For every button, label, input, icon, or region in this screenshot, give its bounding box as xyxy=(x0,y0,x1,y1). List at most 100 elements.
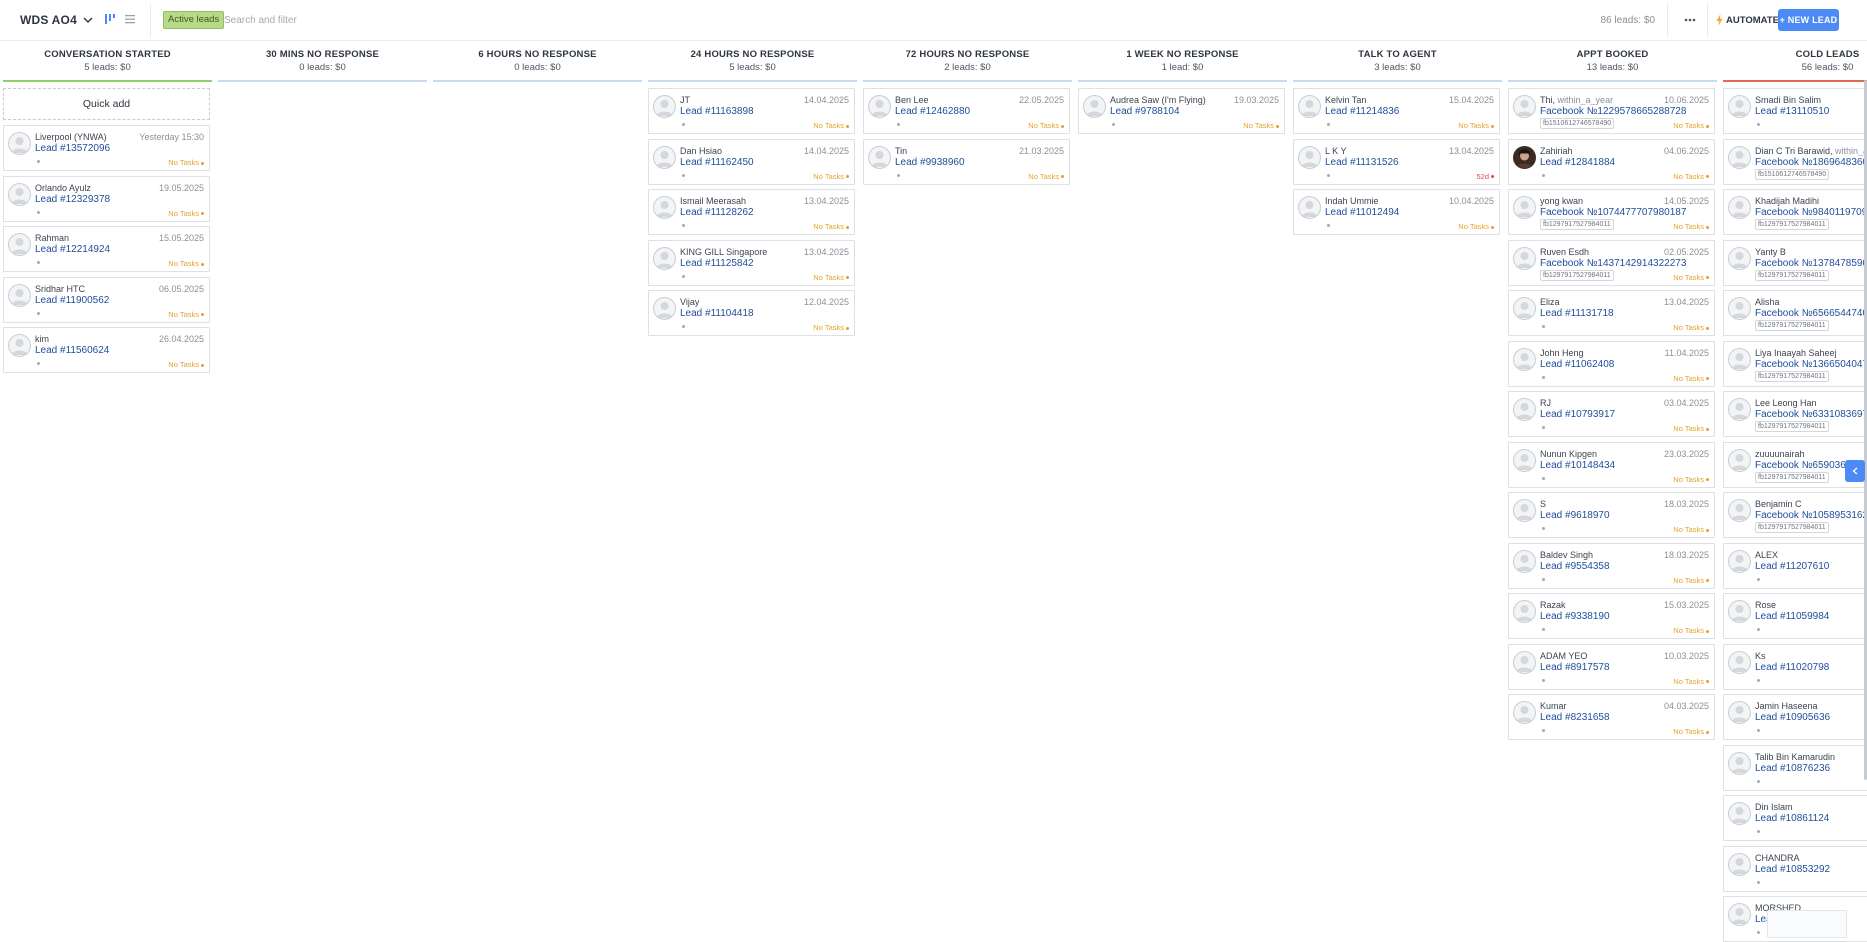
lead-link[interactable]: Lead #9618970 xyxy=(1540,510,1610,521)
lead-link[interactable]: Lead #9788104 xyxy=(1110,106,1180,117)
column-header[interactable]: 6 HOURS NO RESPONSE 0 leads: $0 xyxy=(433,42,642,82)
lead-link[interactable]: Lead #10861124 xyxy=(1755,813,1829,824)
task-status[interactable]: No Tasks xyxy=(1673,525,1709,534)
lead-tag[interactable]: fb1297917527984011 xyxy=(1755,522,1829,533)
task-status[interactable]: No Tasks xyxy=(813,222,849,231)
lead-link[interactable]: Lead #9338190 xyxy=(1540,611,1610,622)
lead-card[interactable]: Dian C Tri Barawid, within_a_yFacebook №… xyxy=(1723,138,1867,185)
task-status[interactable]: No Tasks xyxy=(1243,121,1279,130)
lead-tag[interactable]: fb1510612746578490 xyxy=(1540,118,1615,129)
lead-link[interactable]: Lead #10793917 xyxy=(1540,409,1615,420)
task-status[interactable]: No Tasks xyxy=(1458,222,1494,231)
lead-link[interactable]: Lead #11131526 xyxy=(1325,157,1399,168)
task-status[interactable]: No Tasks xyxy=(1673,576,1709,585)
collapse-panel-button[interactable] xyxy=(1845,460,1865,482)
lead-tag[interactable]: fb1297917527984011 xyxy=(1755,421,1829,432)
lead-card[interactable]: Ks Lead #11020798 xyxy=(1723,643,1867,690)
lead-card[interactable]: Zahiriah 04.06.2025 Lead #12841884 No Tasks xyxy=(1508,138,1715,185)
task-status[interactable]: No Tasks xyxy=(168,360,204,369)
lead-card[interactable]: kim 26.04.2025 Lead #11560624 No Tasks xyxy=(3,327,210,373)
task-status[interactable]: No Tasks xyxy=(1673,172,1709,181)
lead-card[interactable]: John Heng 11.04.2025 Lead #11062408 No Task… xyxy=(1508,340,1715,387)
lead-link[interactable]: Facebook №13665040479 xyxy=(1755,359,1867,370)
lead-link[interactable]: Lead #8231658 xyxy=(1540,712,1610,723)
column-header[interactable]: TALK TO AGENT 3 leads: $0 xyxy=(1293,42,1502,82)
lead-link[interactable]: Lead #13572096 xyxy=(35,143,110,154)
task-status[interactable]: No Tasks xyxy=(1458,121,1494,130)
lead-link[interactable]: Lead #12841884 xyxy=(1540,157,1615,168)
lead-tag[interactable]: fb1297917527984011 xyxy=(1540,219,1614,230)
task-status[interactable]: No Tasks xyxy=(1673,626,1709,635)
task-status[interactable]: No Tasks xyxy=(1673,273,1709,282)
lead-card[interactable]: JT 14.04.2025 Lead #11163898 No Tasks xyxy=(648,88,855,134)
lead-card[interactable]: KING GILL Singapore 13.04.2025 Lead #11125… xyxy=(648,239,855,286)
lead-link[interactable]: Lead #12214924 xyxy=(35,244,110,255)
lead-card[interactable]: Talib Bin Kamarudin Lead #10876236 xyxy=(1723,744,1867,791)
lead-link[interactable]: Lead #10876236 xyxy=(1755,763,1830,774)
lead-card[interactable]: Audrea Saw (I'm Flying) 19.03.2025 Lead #9… xyxy=(1078,88,1285,134)
lead-card[interactable]: Ruven Esdh 02.05.2025 Facebook №1437142914… xyxy=(1508,239,1715,286)
lead-link[interactable]: Lead #11560624 xyxy=(35,345,109,356)
lead-link[interactable]: Lead #11059984 xyxy=(1755,611,1829,622)
lead-link[interactable]: Facebook №1437142914322273 xyxy=(1540,258,1686,269)
lead-card[interactable]: Vijay 12.04.2025 Lead #11104418 No Tasks xyxy=(648,290,855,336)
lead-card[interactable]: Thi, within_a_year 10.06.2025 Facebook №12… xyxy=(1508,88,1715,134)
lead-card[interactable]: Alisha Facebook №65665447402 fb12979175279… xyxy=(1723,290,1867,336)
lead-card[interactable]: Indah Ummie 10.04.2025 Lead #11012494 No Ta… xyxy=(1293,189,1500,235)
lead-card[interactable]: S 18.03.2025 Lead #9618970 No Tasks xyxy=(1508,492,1715,538)
lead-card[interactable]: Eliza 13.04.2025 Lead #11131718 No Tasks xyxy=(1508,290,1715,336)
lead-link[interactable]: Lead #11062408 xyxy=(1540,359,1614,370)
new-lead-button[interactable]: + NEW LEAD xyxy=(1778,9,1839,31)
lead-link[interactable]: Lead #11207610 xyxy=(1755,561,1829,572)
lead-card[interactable]: Nunun Kipgen 23.03.2025 Lead #10148434 No T… xyxy=(1508,441,1715,488)
lead-card[interactable]: Smadi Bin Salim Lead #13110510 xyxy=(1723,88,1867,134)
lead-link[interactable]: Facebook №13784785906 xyxy=(1755,258,1867,269)
lead-link[interactable]: Lead #11900562 xyxy=(35,295,109,306)
lead-link[interactable]: Lead #13110510 xyxy=(1755,106,1829,117)
task-status[interactable]: No Tasks xyxy=(1673,323,1709,332)
automate-button[interactable]: AUTOMATE xyxy=(1712,10,1783,30)
lead-tag[interactable]: fb1510612746578490 xyxy=(1755,168,1830,180)
search-input[interactable] xyxy=(224,11,484,29)
column-header[interactable]: COLD LEADS 56 leads: $0 xyxy=(1723,42,1867,82)
lead-card[interactable]: Kumar 04.03.2025 Lead #8231658 No Tasks xyxy=(1508,694,1715,740)
quick-add-button[interactable]: Quick add xyxy=(3,88,210,120)
lead-link[interactable]: Facebook №65665447402 xyxy=(1755,308,1867,319)
lead-card[interactable]: Sridhar HTC 06.05.2025 Lead #11900562 No Ta… xyxy=(3,276,210,323)
lead-link[interactable]: Lead #12462880 xyxy=(895,106,970,117)
lead-link[interactable]: Lead #12329378 xyxy=(35,194,110,205)
task-status[interactable]: No Tasks xyxy=(1673,424,1709,433)
lead-link[interactable]: Lead #11012494 xyxy=(1325,207,1399,218)
task-status[interactable]: No Tasks xyxy=(168,209,204,218)
task-status[interactable]: No Tasks xyxy=(1028,172,1064,181)
column-header[interactable]: 72 HOURS NO RESPONSE 2 leads: $0 xyxy=(863,42,1072,82)
filter-chip-active-leads[interactable]: Active leads xyxy=(163,11,225,29)
lead-link[interactable]: Lead #9938960 xyxy=(895,157,965,168)
task-status[interactable]: No Tasks xyxy=(1028,121,1064,130)
lead-card[interactable]: L K Y 13.04.2025 Lead #11131526 52d xyxy=(1293,138,1500,185)
task-status[interactable]: No Tasks xyxy=(813,121,849,130)
column-header[interactable]: 1 WEEK NO RESPONSE 1 lead: $0 xyxy=(1078,42,1287,82)
lead-link[interactable]: Facebook №18696483604 xyxy=(1755,157,1867,168)
lead-card[interactable]: Rahman 15.05.2025 Lead #12214924 No Tasks xyxy=(3,226,210,272)
lead-link[interactable]: Lead #10148434 xyxy=(1540,460,1615,471)
column-header[interactable]: CONVERSATION STARTED 5 leads: $0 xyxy=(3,42,212,82)
lead-card[interactable]: Tin 21.03.2025 Lead #9938960 No Tasks xyxy=(863,138,1070,185)
lead-link[interactable]: Facebook №1229578665288728 xyxy=(1540,106,1686,117)
task-status[interactable]: No Tasks xyxy=(1673,677,1709,686)
lead-card[interactable]: Dan Hsiao 14.04.2025 Lead #11162450 No Task… xyxy=(648,138,855,185)
lead-link[interactable]: Lead #11131718 xyxy=(1540,308,1614,319)
task-status[interactable]: No Tasks xyxy=(813,172,849,181)
lead-card[interactable]: Khadijah Madihi Facebook №98401197094 fb12… xyxy=(1723,189,1867,235)
column-header[interactable]: APPT BOOKED 13 leads: $0 xyxy=(1508,42,1717,82)
lead-link[interactable]: Lead #11125842 xyxy=(680,258,754,269)
lead-card[interactable]: Baldev Singh 18.03.2025 Lead #9554358 No Ta… xyxy=(1508,542,1715,589)
lead-link[interactable]: Facebook №65903610 xyxy=(1755,460,1857,471)
column-header[interactable]: 24 HOURS NO RESPONSE 5 leads: $0 xyxy=(648,42,857,82)
task-status[interactable]: No Tasks xyxy=(813,273,849,282)
lead-card[interactable]: ALEX Lead #11207610 xyxy=(1723,542,1867,589)
lead-card[interactable]: RJ 03.04.2025 Lead #10793917 No Tasks xyxy=(1508,391,1715,437)
lead-link[interactable]: Facebook №63310836973 xyxy=(1755,409,1867,420)
lead-link[interactable]: Lead #11020798 xyxy=(1755,662,1829,673)
lead-card[interactable]: Yanty B Facebook №13784785906 fb1297917527… xyxy=(1723,239,1867,286)
